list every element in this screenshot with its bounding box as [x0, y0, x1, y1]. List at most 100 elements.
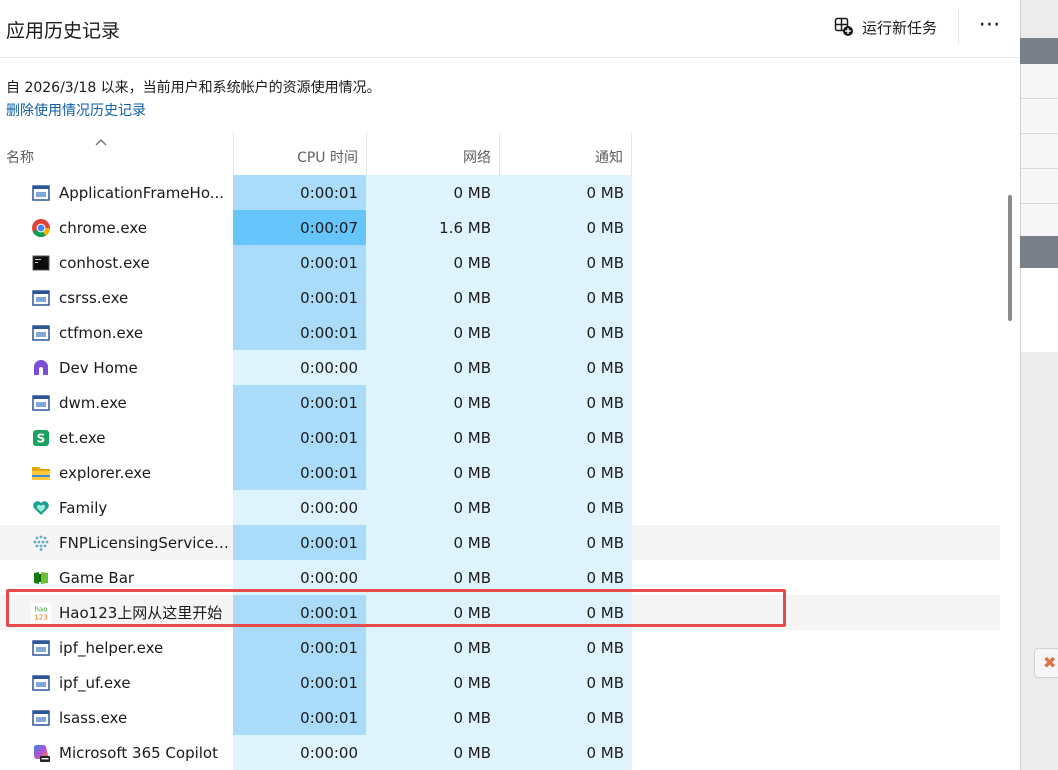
process-name: ipf_helper.exe: [59, 638, 164, 657]
window-icon: [31, 183, 51, 203]
column-header-notifications[interactable]: 通知: [499, 133, 632, 175]
window-icon: [31, 393, 51, 413]
process-name: chrome.exe: [59, 218, 147, 237]
table-row[interactable]: Microsoft 365 Copilot 0:00:00 0 MB 0 MB: [0, 735, 1000, 770]
table-row[interactable]: Dev Home 0:00:00 0 MB 0 MB: [0, 350, 1000, 385]
network-cell: 0 MB: [366, 665, 499, 700]
network-cell: 0 MB: [366, 385, 499, 420]
notifications-cell: 0 MB: [499, 210, 632, 245]
notifications-cell: 0 MB: [499, 350, 632, 385]
column-header-cpu-label: CPU 时间: [297, 150, 358, 166]
header-bar: 应用历史记录 运行新任务 ⋯: [0, 0, 1020, 58]
console-icon: [31, 253, 51, 273]
background-band: [1020, 38, 1058, 64]
window-icon: [31, 323, 51, 343]
column-header-network[interactable]: 网络: [366, 133, 499, 175]
table-row[interactable]: Set.exe 0:00:01 0 MB 0 MB: [0, 420, 1000, 455]
background-pane: [1021, 268, 1058, 352]
column-header-notifications-label: 通知: [595, 150, 623, 166]
notifications-cell: 0 MB: [499, 700, 632, 735]
row-name-cell: Set.exe: [0, 420, 233, 455]
network-cell: 0 MB: [366, 700, 499, 735]
license-dots-icon: [31, 533, 51, 553]
process-name: conhost.exe: [59, 253, 150, 272]
cpu-time-cell: 0:00:01: [233, 455, 366, 490]
network-cell: 0 MB: [366, 350, 499, 385]
cpu-time-cell: 0:00:01: [233, 700, 366, 735]
table-row[interactable]: FNPLicensingService.... 0:00:01 0 MB 0 MB: [0, 525, 1000, 560]
network-cell: 0 MB: [366, 735, 499, 770]
cpu-time-cell: 0:00:01: [233, 420, 366, 455]
notifications-cell: 0 MB: [499, 175, 632, 210]
table-row[interactable]: dwm.exe 0:00:01 0 MB 0 MB: [0, 385, 1000, 420]
game-bar-icon: [31, 568, 51, 588]
table-row[interactable]: explorer.exe 0:00:01 0 MB 0 MB: [0, 455, 1000, 490]
table-row[interactable]: ipf_helper.exe 0:00:01 0 MB 0 MB: [0, 630, 1000, 665]
app-history-table: ApplicationFrameHo... 0:00:01 0 MB 0 MB chro…: [0, 175, 1000, 770]
spreadsheet-icon: S: [31, 428, 51, 448]
notifications-cell: 0 MB: [499, 420, 632, 455]
network-cell: 1.6 MB: [366, 210, 499, 245]
cpu-time-cell: 0:00:07: [233, 210, 366, 245]
table-row[interactable]: csrss.exe 0:00:01 0 MB 0 MB: [0, 280, 1000, 315]
row-name-cell: lsass.exe: [0, 700, 233, 735]
row-name-cell: ipf_uf.exe: [0, 665, 233, 700]
notifications-cell: 0 MB: [499, 525, 632, 560]
table-row[interactable]: conhost.exe 0:00:01 0 MB 0 MB: [0, 245, 1000, 280]
cpu-time-cell: 0:00:01: [233, 525, 366, 560]
row-name-cell: chrome.exe: [0, 210, 233, 245]
window-icon: [31, 708, 51, 728]
column-header-cpu[interactable]: CPU 时间: [233, 133, 366, 175]
background-band: [1020, 236, 1058, 268]
notifications-cell: 0 MB: [499, 385, 632, 420]
network-cell: 0 MB: [366, 280, 499, 315]
cpu-time-cell: 0:00:01: [233, 175, 366, 210]
family-heart-icon: [31, 498, 51, 518]
network-cell: 0 MB: [366, 455, 499, 490]
row-name-cell: csrss.exe: [0, 280, 233, 315]
run-new-task-label: 运行新任务: [862, 18, 938, 37]
process-name: ApplicationFrameHo...: [59, 183, 225, 202]
usage-description: 自 2026/3/18 以来，当前用户和系统帐户的资源使用情况。: [6, 80, 381, 96]
network-cell: 0 MB: [366, 245, 499, 280]
table-row[interactable]: ApplicationFrameHo... 0:00:01 0 MB 0 MB: [0, 175, 1000, 210]
vertical-scrollbar[interactable]: [1008, 195, 1012, 321]
table-row[interactable]: ctfmon.exe 0:00:01 0 MB 0 MB: [0, 315, 1000, 350]
row-name-cell: Dev Home: [0, 350, 233, 385]
process-name: Microsoft 365 Copilot: [59, 743, 218, 762]
table-row[interactable]: ipf_uf.exe 0:00:01 0 MB 0 MB: [0, 665, 1000, 700]
delete-usage-history-link[interactable]: 删除使用情况历史记录: [6, 100, 146, 120]
table-row[interactable]: lsass.exe 0:00:01 0 MB 0 MB: [0, 700, 1000, 735]
network-cell: 0 MB: [366, 630, 499, 665]
table-row[interactable]: Family 0:00:00 0 MB 0 MB: [0, 490, 1000, 525]
process-name: FNPLicensingService....: [59, 533, 229, 552]
highlight-annotation-box: [6, 589, 786, 627]
notifications-cell: 0 MB: [499, 455, 632, 490]
svg-text:S: S: [37, 431, 46, 445]
folder-icon: [31, 463, 51, 483]
notifications-cell: 0 MB: [499, 315, 632, 350]
notifications-cell: 0 MB: [499, 280, 632, 315]
column-header-name[interactable]: 名称: [0, 133, 233, 175]
sort-ascending-icon: [95, 139, 107, 146]
process-name: et.exe: [59, 428, 106, 447]
table-row[interactable]: chrome.exe 0:00:07 1.6 MB 0 MB: [0, 210, 1000, 245]
column-header-name-label: 名称: [6, 150, 34, 166]
dev-home-icon: [31, 358, 51, 378]
row-name-cell: ipf_helper.exe: [0, 630, 233, 665]
run-new-task-button[interactable]: 运行新任务: [834, 14, 937, 40]
background-list: [1021, 64, 1058, 236]
process-name: Game Bar: [59, 568, 135, 587]
row-name-cell: Microsoft 365 Copilot: [0, 735, 233, 770]
cpu-time-cell: 0:00:01: [233, 665, 366, 700]
cpu-time-cell: 0:00:01: [233, 630, 366, 665]
cpu-time-cell: 0:00:00: [233, 735, 366, 770]
process-name: lsass.exe: [59, 708, 128, 727]
process-name: ctfmon.exe: [59, 323, 144, 342]
more-options-button[interactable]: ⋯: [976, 12, 1004, 40]
header-divider: [958, 10, 959, 44]
window-icon: [31, 638, 51, 658]
process-name: explorer.exe: [59, 463, 151, 482]
background-close-icon[interactable]: ✖: [1034, 648, 1058, 678]
row-name-cell: Family: [0, 490, 233, 525]
